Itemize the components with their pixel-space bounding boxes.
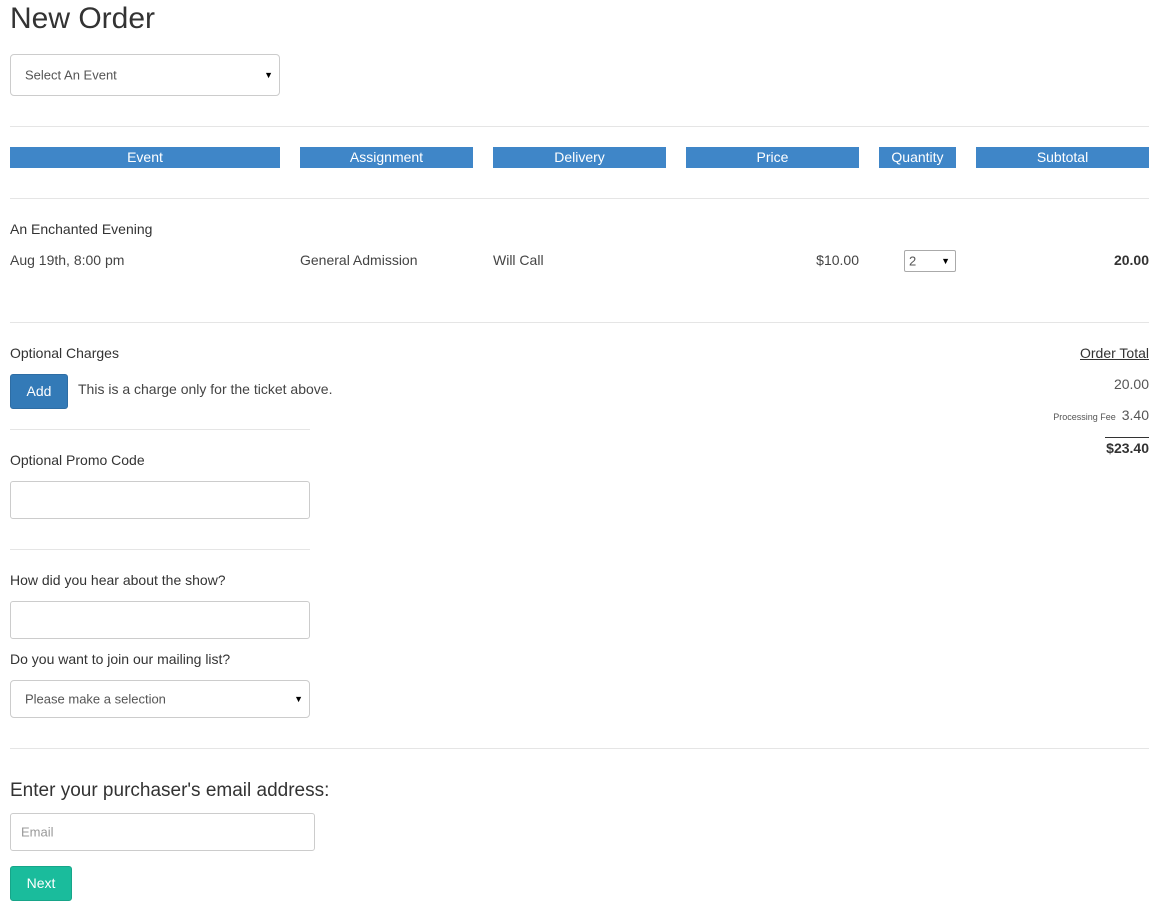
header-event: Event <box>10 147 280 168</box>
delivery-value: Will Call <box>493 252 544 268</box>
processing-fee-value: 3.40 <box>1121 407 1149 423</box>
event-select[interactable]: Select An Event ▼ <box>10 54 280 96</box>
mailing-list-value: Please make a selection <box>25 691 166 707</box>
order-subtotal: 20.00 <box>1113 376 1149 392</box>
mailing-label: Do you want to join our mailing list? <box>10 651 231 667</box>
promo-label: Optional Promo Code <box>10 452 145 468</box>
quantity-select[interactable]: 2 ▼ <box>904 250 956 272</box>
divider <box>10 429 310 430</box>
header-price: Price <box>686 147 859 168</box>
subtotal-value: 20.00 <box>1113 252 1149 268</box>
hear-input[interactable] <box>10 601 310 639</box>
email-placeholder: Email <box>21 824 54 840</box>
event-date: Aug 19th, 8:00 pm <box>10 252 125 268</box>
price-value: $10.00 <box>816 252 859 268</box>
order-total-label: Order Total <box>1080 345 1149 361</box>
page-title: New Order <box>10 2 156 35</box>
chevron-down-icon: ▼ <box>264 70 273 80</box>
email-field[interactable]: Email <box>10 813 315 851</box>
email-heading: Enter your purchaser's email address: <box>10 780 330 801</box>
processing-fee-label: Processing Fee <box>1053 412 1116 422</box>
hear-label: How did you hear about the show? <box>10 572 226 588</box>
mailing-list-select[interactable]: Please make a selection ▼ <box>10 680 310 718</box>
divider <box>10 322 1149 323</box>
charge-description: This is a charge only for the ticket abo… <box>78 381 333 397</box>
event-name: An Enchanted Evening <box>10 221 153 237</box>
header-delivery: Delivery <box>493 147 666 168</box>
divider <box>10 748 1149 749</box>
order-total-value: $23.40 <box>1106 440 1149 456</box>
divider <box>10 198 1149 199</box>
optional-charges-label: Optional Charges <box>10 345 119 361</box>
divider <box>10 549 310 550</box>
quantity-value: 2 <box>909 253 917 269</box>
event-select-value: Select An Event <box>25 67 117 83</box>
total-divider <box>1105 437 1149 438</box>
add-charge-button[interactable]: Add <box>10 374 68 409</box>
header-quantity: Quantity <box>879 147 956 168</box>
chevron-down-icon: ▼ <box>294 694 303 704</box>
chevron-down-icon: ▼ <box>941 256 950 266</box>
header-subtotal: Subtotal <box>976 147 1149 168</box>
header-assignment: Assignment <box>300 147 473 168</box>
next-button[interactable]: Next <box>10 866 72 901</box>
assignment-value: General Admission <box>300 252 418 268</box>
processing-fee-row: Processing Fee 3.40 <box>976 407 1149 425</box>
divider <box>10 126 1149 127</box>
promo-code-input[interactable] <box>10 481 310 519</box>
